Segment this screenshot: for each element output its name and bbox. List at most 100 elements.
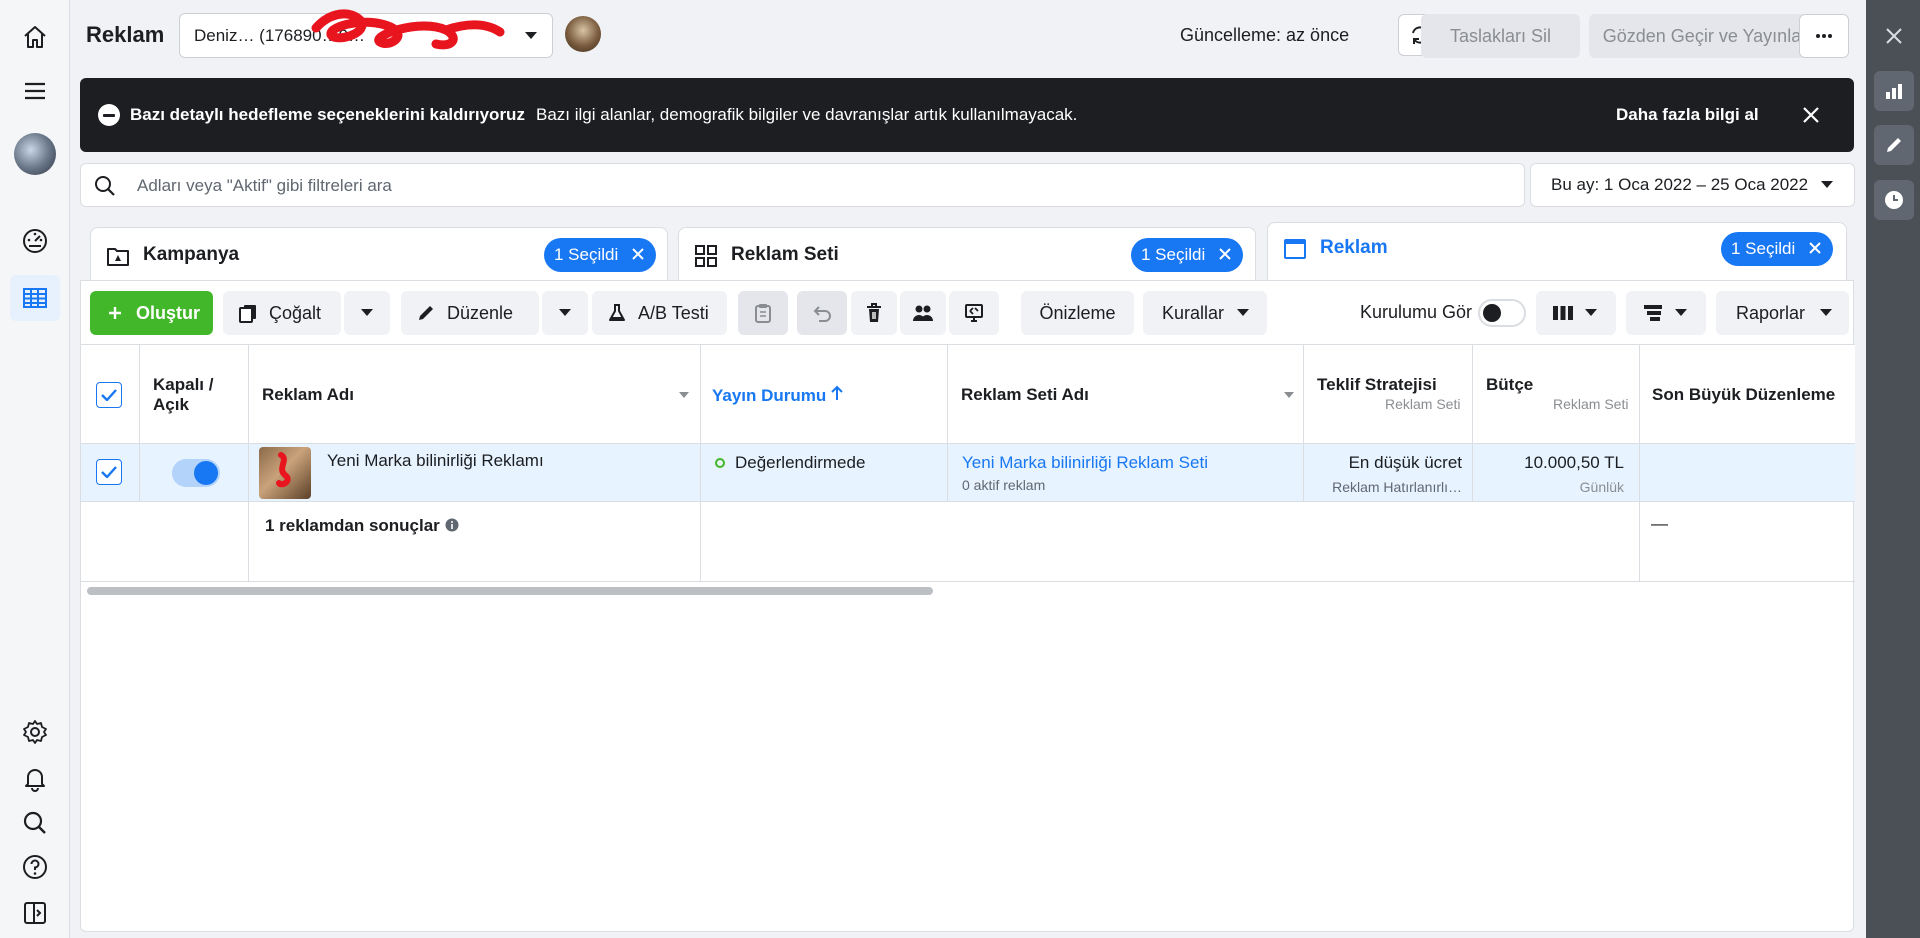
chevron-down-icon xyxy=(1237,309,1250,316)
ads-manager-table-icon[interactable] xyxy=(10,275,60,321)
ad-thumbnail[interactable] xyxy=(259,447,311,499)
clipboard-button[interactable] xyxy=(738,291,788,335)
date-range-picker[interactable]: Bu ay: 1 Oca 2022 – 25 Oca 2022 xyxy=(1530,163,1855,207)
search-input[interactable] xyxy=(137,172,1497,200)
ad-on-off-toggle[interactable] xyxy=(172,459,220,487)
right-rail xyxy=(1866,0,1920,938)
tab-adset-label: Reklam Seti xyxy=(731,244,839,265)
table-header-row: Kapalı / Açık Reklam Adı Yayın Durumu Re… xyxy=(81,344,1855,445)
duplicate-icon xyxy=(237,302,259,324)
undo-button[interactable] xyxy=(797,291,847,335)
business-avatar[interactable] xyxy=(565,16,601,52)
clipboard-icon xyxy=(755,304,771,323)
export-button[interactable] xyxy=(949,291,999,335)
col-budget-header[interactable]: Bütçe xyxy=(1486,375,1533,395)
ad-selected-chip[interactable]: 1 Seçildi xyxy=(1721,232,1834,266)
campaign-selected-chip[interactable]: 1 Seçildi xyxy=(544,238,657,272)
notifications-bell-icon[interactable] xyxy=(16,759,54,797)
ad-name[interactable]: Yeni Marka bilinirliği Reklamı xyxy=(327,451,544,471)
banner-title: Bazı detaylı hedefleme seçeneklerini kal… xyxy=(130,105,525,124)
pencil-icon xyxy=(415,302,437,324)
close-icon[interactable] xyxy=(1807,240,1823,256)
dashboard-gauge-icon[interactable] xyxy=(16,222,54,260)
review-publish-button[interactable]: Gözden Geçir ve Yayınla xyxy=(1589,14,1815,58)
campaign-selected-label: 1 Seçildi xyxy=(554,245,619,264)
ab-test-button[interactable]: A/B Testi xyxy=(592,291,727,335)
status-dot xyxy=(715,458,725,468)
chevron-down-icon xyxy=(1820,309,1833,316)
table-row[interactable]: Yeni Marka bilinirliği Reklamı Değerlend… xyxy=(81,444,1855,502)
columns-icon xyxy=(1553,306,1573,320)
edit-pencil-icon[interactable] xyxy=(1874,125,1914,165)
delete-drafts-button[interactable]: Taslakları Sil xyxy=(1421,14,1580,58)
undo-icon xyxy=(813,306,831,322)
chevron-down-icon xyxy=(559,309,571,316)
flask-icon xyxy=(606,302,628,324)
ad-selected-label: 1 Seçildi xyxy=(1731,239,1796,258)
chevron-down-icon xyxy=(524,26,538,46)
people-icon xyxy=(913,305,933,321)
banner-close-button[interactable] xyxy=(1798,102,1824,128)
chevron-down-icon xyxy=(361,309,373,316)
history-clock-icon[interactable] xyxy=(1874,180,1914,220)
close-icon[interactable] xyxy=(1217,246,1233,262)
summary-label-text: 1 reklamdan sonuçlar xyxy=(265,516,440,535)
edit-options-button[interactable] xyxy=(542,291,588,335)
audience-button[interactable] xyxy=(900,291,946,335)
breakdown-button[interactable] xyxy=(1626,291,1706,335)
columns-button[interactable] xyxy=(1536,291,1616,335)
info-icon[interactable] xyxy=(445,518,459,532)
col-ad-name-header[interactable]: Reklam Adı xyxy=(262,385,354,405)
export-icon xyxy=(965,304,983,322)
menu-icon[interactable] xyxy=(16,72,54,110)
help-icon[interactable] xyxy=(16,848,54,886)
horizontal-scrollbar[interactable] xyxy=(87,587,933,595)
info-banner: Bazı detaylı hedefleme seçeneklerini kal… xyxy=(80,78,1854,152)
bid-strategy-value: En düşük ücret xyxy=(1348,453,1462,472)
edit-button[interactable]: Düzenle xyxy=(401,291,539,335)
adset-selected-chip[interactable]: 1 Seçildi xyxy=(1131,238,1244,272)
preview-button[interactable]: Önizleme xyxy=(1021,291,1134,335)
learn-more-link[interactable]: Daha fazla bilgi al xyxy=(1616,105,1759,125)
row-checkbox[interactable] xyxy=(96,459,122,485)
tab-ad[interactable]: Reklam 1 Seçildi xyxy=(1267,222,1847,284)
sort-caret-icon[interactable] xyxy=(1283,391,1295,399)
rules-button[interactable]: Kurallar xyxy=(1143,291,1267,335)
create-button[interactable]: Oluştur xyxy=(90,291,213,335)
adset-name-link[interactable]: Yeni Marka bilinirliği Reklam Seti xyxy=(962,453,1208,473)
banner-text: Bazı ilgi alanlar, demografik bilgiler v… xyxy=(536,105,1078,124)
search-icon[interactable] xyxy=(16,804,54,842)
chevron-down-icon xyxy=(1675,309,1687,316)
side-panel-toggle-icon[interactable] xyxy=(16,894,54,932)
create-label: Oluştur xyxy=(136,302,201,323)
close-icon[interactable] xyxy=(630,246,646,262)
sort-caret-icon[interactable] xyxy=(678,391,690,399)
select-all-checkbox[interactable] xyxy=(96,382,122,408)
col-adset-name-header[interactable]: Reklam Seti Adı xyxy=(961,385,1089,405)
reports-button[interactable]: Raporlar xyxy=(1716,291,1849,335)
summary-label: 1 reklamdan sonuçlar xyxy=(265,516,459,536)
rules-label: Kurallar xyxy=(1162,302,1225,323)
col-last-edit-header[interactable]: Son Büyük Düzenleme xyxy=(1652,385,1835,405)
duplicate-options-button[interactable] xyxy=(344,291,390,335)
col-bid-strategy-sub: Reklam Seti xyxy=(1385,396,1461,412)
profile-avatar[interactable] xyxy=(14,133,56,175)
col-bid-strategy-header[interactable]: Teklif Stratejisi xyxy=(1317,375,1437,395)
left-navigation xyxy=(0,0,70,938)
toggle-knob xyxy=(1483,304,1501,322)
top-bar: Reklam Deniz… (176890…0… Güncelleme: az … xyxy=(70,0,1866,72)
close-icon[interactable] xyxy=(1880,22,1908,50)
duplicate-button[interactable]: Çoğalt xyxy=(223,291,341,335)
settings-gear-icon[interactable] xyxy=(16,713,54,751)
home-icon[interactable] xyxy=(16,18,54,56)
ad-window-icon xyxy=(1284,239,1306,259)
more-options-button[interactable] xyxy=(1799,14,1849,58)
charts-icon[interactable] xyxy=(1874,71,1914,111)
adset-active-count: 0 aktif reklam xyxy=(962,477,1046,493)
tab-adset[interactable]: Reklam Seti 1 Seçildi xyxy=(678,227,1256,283)
col-toggle-header: Kapalı / Açık xyxy=(153,375,214,414)
tab-campaign[interactable]: Kampanya 1 Seçildi xyxy=(90,227,668,283)
delete-button[interactable] xyxy=(851,291,897,335)
view-setup-toggle[interactable] xyxy=(1478,299,1526,327)
col-delivery-header[interactable]: Yayın Durumu xyxy=(712,385,843,406)
